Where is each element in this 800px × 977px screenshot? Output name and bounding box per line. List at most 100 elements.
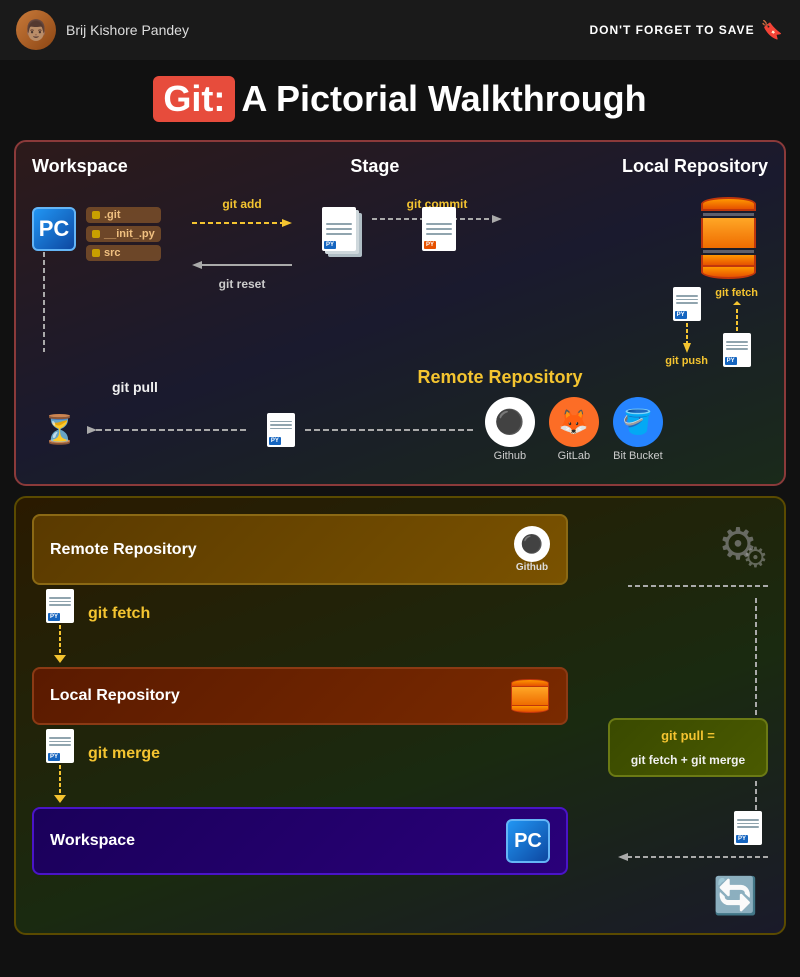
bitbucket-label: Bit Bucket xyxy=(613,450,663,462)
git-fetch-area: git fetch PY xyxy=(715,287,758,367)
workspace-label: Workspace xyxy=(32,156,128,177)
gitlab-icon: 🦊 xyxy=(549,397,599,447)
db-mid2 xyxy=(701,255,756,265)
bottom-local-label: Local Repository xyxy=(50,687,180,705)
right-dashed-lines: git pull = git fetch + git merge PY xyxy=(578,578,768,917)
cycle-arrow-icon: 🔄 xyxy=(713,875,758,916)
merge-section: PY git merge xyxy=(32,725,568,807)
git-pull-detail: git fetch + git merge xyxy=(631,753,745,767)
git-merge-label: git merge xyxy=(88,745,160,763)
right-v-line2 xyxy=(754,781,758,811)
author-name: Brij Kishore Pandey xyxy=(66,22,189,38)
bottom-workspace-label: Workspace xyxy=(50,832,135,850)
gear-icon-small: ⚙ xyxy=(743,541,768,574)
right-h-line-bot xyxy=(618,849,768,865)
database-icon xyxy=(698,197,758,279)
save-badge: DON'T FORGET TO SAVE 🔖 xyxy=(589,20,784,41)
bottom-workspace-pc: PC xyxy=(506,819,550,863)
bottom-diagram: Remote Repository ⚫ Github PY xyxy=(14,496,786,935)
git-reset-label: git reset xyxy=(219,277,266,291)
workspace-content: PC .git __init_.py src xyxy=(32,207,161,261)
git-add-area: git add xyxy=(192,197,292,231)
gitlab-label: GitLab xyxy=(558,450,590,462)
bottom-local-db xyxy=(510,679,550,713)
remote-icons-row: ⚫ Github 🦊 GitLab 🪣 Bit Bucket xyxy=(485,397,663,462)
git-pull-line xyxy=(87,422,257,438)
file-git: .git xyxy=(86,207,161,223)
git-pull-equals-box: git pull = git fetch + git merge xyxy=(608,718,768,777)
local-repo-label: Local Repository xyxy=(622,156,768,177)
stage-docs: PY xyxy=(322,207,366,259)
bottom-github-icon: ⚫ xyxy=(514,526,550,562)
git-reset-area: git reset xyxy=(192,257,292,291)
file-init: __init_.py xyxy=(86,226,161,242)
gear-area: ⚙ ⚙ xyxy=(578,514,768,578)
git-fetch-bottom-label: git fetch xyxy=(88,605,150,623)
header-left: 👨🏽 Brij Kishore Pandey xyxy=(16,10,189,50)
pc-icon: PC xyxy=(32,207,76,251)
fetch-section: PY git fetch xyxy=(32,585,568,667)
save-label: DON'T FORGET TO SAVE xyxy=(589,23,754,37)
page-title: Git:A Pictorial Walkthrough xyxy=(10,76,790,122)
bottom-local-box: Local Repository xyxy=(32,667,568,725)
stage-label: Stage xyxy=(350,156,399,177)
file-src: src xyxy=(86,245,161,261)
git-pull-equals-label: git pull = xyxy=(661,728,715,743)
header: 👨🏽 Brij Kishore Pandey DON'T FORGET TO S… xyxy=(0,0,800,60)
git-pull-row: ⏳ PY ⚫ Github 🦊 xyxy=(32,397,768,462)
db-top xyxy=(701,197,756,211)
git-pull-label: git pull xyxy=(112,379,158,397)
local-repo-db xyxy=(698,197,758,279)
cycle-icon: 🔄 xyxy=(713,875,758,917)
git-push-area: PY git push xyxy=(665,287,708,367)
gitlab-service: 🦊 GitLab xyxy=(549,397,599,462)
commit-doc: PY xyxy=(422,207,456,251)
title-section: Git:A Pictorial Walkthrough xyxy=(0,60,800,132)
git-pull-line2 xyxy=(305,422,475,438)
git-add-label: git add xyxy=(222,197,261,211)
db-mid xyxy=(701,218,756,248)
workspace-files: .git __init_.py src xyxy=(86,207,161,261)
git-reset-arrow xyxy=(192,257,292,273)
right-h-line-top xyxy=(618,578,768,594)
git-badge: Git: xyxy=(153,76,235,122)
top-diagram-header: Workspace Stage Local Repository xyxy=(32,156,768,177)
bottom-workspace-box: Workspace PC xyxy=(32,807,568,875)
db-stripe-1 xyxy=(703,213,754,216)
bitbucket-icon: 🪣 xyxy=(613,397,663,447)
remote-services-area: ⏳ PY ⚫ Github 🦊 xyxy=(32,397,768,462)
hourglass-icon: ⏳ xyxy=(42,413,77,446)
bitbucket-service: 🪣 Bit Bucket xyxy=(613,397,663,462)
merge-arrow-col: PY xyxy=(32,725,88,807)
avatar: 👨🏽 xyxy=(16,10,56,50)
pc-icon-wrapper: PC xyxy=(32,207,80,251)
top-flow-area: PC .git __init_.py src xyxy=(32,187,768,387)
git-pull-doc: PY xyxy=(267,413,295,447)
top-diagram: Workspace Stage Local Repository PC .git… xyxy=(14,140,786,486)
github-icon: ⚫ xyxy=(485,397,535,447)
bookmark-icon: 🔖 xyxy=(761,20,784,41)
remote-repo-label-top: Remote Repository xyxy=(232,367,768,388)
db-stripe-2 xyxy=(703,250,754,253)
bottom-remote-box: Remote Repository ⚫ Github xyxy=(32,514,568,585)
db-bot xyxy=(701,265,756,279)
git-add-arrow xyxy=(192,215,292,231)
right-doc: PY xyxy=(734,811,762,845)
bottom-remote-label: Remote Repository xyxy=(50,541,197,559)
merge-doc: PY xyxy=(46,729,74,763)
gear-icons: ⚙ ⚙ xyxy=(708,514,768,574)
pull-vertical-line xyxy=(42,252,46,352)
fetch-doc: PY xyxy=(46,589,74,623)
bottom-left-col: Remote Repository ⚫ Github PY xyxy=(32,514,568,875)
right-v-line xyxy=(754,598,758,718)
git-fetch-label: git fetch xyxy=(715,287,758,299)
page-subtitle: A Pictorial Walkthrough xyxy=(241,78,646,119)
bottom-main-flow: Remote Repository ⚫ Github PY xyxy=(32,514,768,917)
fetch-arrow-col: PY xyxy=(32,585,88,667)
git-push-label: git push xyxy=(665,355,708,367)
github-label: Github xyxy=(494,450,526,462)
fetch-label: git fetch xyxy=(88,585,150,623)
merge-label: git merge xyxy=(88,725,160,763)
github-service: ⚫ Github xyxy=(485,397,535,462)
bottom-right-col: ⚙ ⚙ git pull = git fetch + git merge xyxy=(578,514,768,917)
